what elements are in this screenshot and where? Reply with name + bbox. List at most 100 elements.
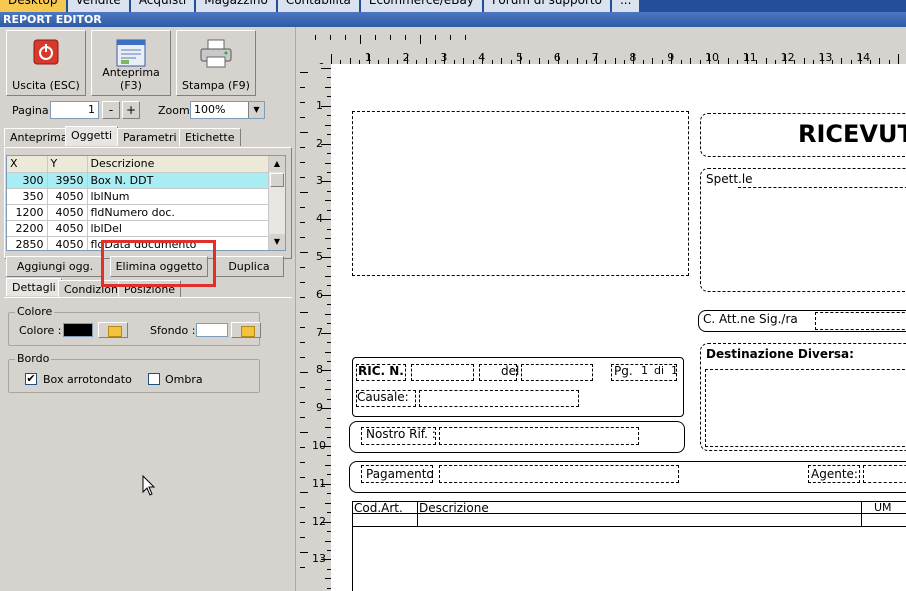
- di-label[interactable]: di: [654, 364, 664, 377]
- table-row[interactable]: 1200 4050 fldNumero doc.: [7, 204, 270, 221]
- payment-field[interactable]: [439, 465, 679, 483]
- ruler-tick: [300, 507, 305, 508]
- ric-number-field[interactable]: [411, 364, 474, 381]
- ric-label[interactable]: RIC. N.: [358, 364, 404, 378]
- tab-desktop[interactable]: Desktop: [0, 0, 68, 12]
- mouse-cursor-icon: [142, 474, 156, 500]
- tab-acquisti[interactable]: Acquisti: [130, 0, 197, 12]
- tab-oggetti[interactable]: Oggetti: [65, 126, 119, 146]
- tab-more[interactable]: ...: [611, 0, 642, 12]
- add-object-button[interactable]: Aggiungi ogg.(F4): [6, 256, 104, 292]
- ruler-label: 5: [516, 51, 523, 64]
- ruler-label: 7: [316, 325, 323, 339]
- attention-label[interactable]: C. Att.ne Sig./ra: [703, 312, 798, 326]
- table-row[interactable]: 2200 4050 lblDel: [7, 220, 270, 237]
- page-label: Pagina: [12, 104, 49, 117]
- shadow-label: Ombra: [165, 373, 203, 386]
- col-cod-art[interactable]: Cod.Art.: [354, 501, 403, 515]
- ruler-label: 3: [440, 51, 448, 64]
- ruler-tick: [300, 102, 305, 103]
- rounded-box-checkbox[interactable]: ✔: [25, 372, 37, 385]
- payment-label[interactable]: Pagamento: [366, 467, 434, 481]
- ruler-label: 9: [667, 51, 675, 64]
- col-descrizione[interactable]: Descrizione: [419, 501, 489, 515]
- tab-forum[interactable]: Forum di supporto: [483, 0, 612, 12]
- tab-ecommerce[interactable]: Ecommerce/eBay: [360, 0, 484, 12]
- scroll-up-icon[interactable]: ▲: [269, 156, 285, 172]
- design-area[interactable]: 01234567891011121314 12345678910111213 R…: [296, 27, 906, 591]
- background-picker-icon[interactable]: [231, 322, 261, 338]
- page-minus-button[interactable]: -: [102, 101, 120, 119]
- ruler-tick: [300, 252, 308, 253]
- attention-field[interactable]: [815, 312, 906, 330]
- pg-total[interactable]: 1: [671, 364, 678, 377]
- tab-parametri[interactable]: Parametri: [117, 128, 183, 146]
- col-um[interactable]: UM: [874, 501, 892, 514]
- ruler-tick: [450, 35, 451, 40]
- color-picker-icon[interactable]: [98, 322, 128, 338]
- table-row[interactable]: 300 3950 Box N. DDT: [7, 172, 270, 189]
- logo-box[interactable]: [352, 111, 689, 276]
- page-input[interactable]: 1: [50, 101, 99, 119]
- reference-field[interactable]: [439, 427, 639, 445]
- tab-anteprima[interactable]: Anteprima: [4, 128, 74, 146]
- shadow-checkbox[interactable]: [148, 372, 160, 385]
- cell-desc: lblNum: [87, 188, 270, 205]
- report-title[interactable]: RICEVUT: [798, 120, 906, 148]
- exit-label: Uscita (ESC): [12, 79, 80, 92]
- chevron-down-icon[interactable]: ▼: [248, 102, 264, 118]
- ruler-label: 10: [312, 439, 326, 452]
- ruler-label: 10: [705, 51, 719, 64]
- ruler-tick: [300, 327, 305, 328]
- editor-tabs: Anteprima Oggetti Parametri Etichette: [4, 126, 290, 148]
- causale-field[interactable]: [419, 390, 579, 407]
- scroll-down-icon[interactable]: ▼: [269, 234, 285, 250]
- print-button[interactable]: Stampa (F9): [176, 30, 256, 96]
- ruler-tick: [898, 54, 899, 64]
- column-header-y[interactable]: Y: [47, 156, 88, 173]
- ruler-tick: [300, 147, 305, 148]
- ruler-label: 14: [856, 51, 871, 64]
- zoom-select[interactable]: 100% ▼: [190, 101, 265, 119]
- tab-contabilita[interactable]: Contabilità: [277, 0, 361, 12]
- preview-label: Anteprima (F3): [102, 66, 160, 92]
- column-header-x[interactable]: X: [7, 156, 48, 173]
- column-header-descrizione[interactable]: Descrizione: [87, 156, 270, 173]
- ruler-label: 2: [316, 136, 323, 150]
- background-swatch[interactable]: [196, 323, 228, 337]
- table-row[interactable]: 350 4050 lblNum: [7, 188, 270, 205]
- tab-magazzino[interactable]: Magazzino: [196, 0, 278, 12]
- agent-field[interactable]: [863, 465, 906, 483]
- report-page[interactable]: RICEVUT Spett.le C. Att.ne Sig./ra Desti…: [331, 64, 906, 591]
- exit-button[interactable]: Uscita (ESC): [6, 30, 86, 96]
- ruler-tick: [300, 447, 305, 448]
- pg-label[interactable]: Pg.: [614, 364, 633, 378]
- ruler-tick: [300, 192, 308, 193]
- pg-current[interactable]: 1: [641, 364, 648, 377]
- page-plus-button[interactable]: +: [122, 101, 140, 119]
- preview-button[interactable]: Anteprima (F3): [91, 30, 171, 96]
- agent-label[interactable]: Agente:: [811, 467, 858, 481]
- items-header-bottom: [352, 526, 906, 527]
- tab-vendite[interactable]: Vendite: [67, 0, 131, 12]
- duplicate-button[interactable]: Duplica: [214, 256, 284, 277]
- causale-label[interactable]: Causale:: [357, 390, 409, 404]
- date-field[interactable]: [521, 364, 593, 381]
- color-swatch[interactable]: [63, 323, 93, 337]
- recipient-field[interactable]: [738, 174, 906, 188]
- ruler-tick: [300, 372, 308, 373]
- tab-etichette[interactable]: Etichette: [179, 128, 241, 146]
- left-panel: Uscita (ESC) Anteprima (F3) Stampa (F9) …: [0, 27, 296, 591]
- objects-table[interactable]: X Y Descrizione 300 3950 Box N. DDT 350 …: [6, 155, 286, 251]
- ruler-tick: [300, 387, 305, 388]
- del-label[interactable]: del: [501, 364, 519, 378]
- table-scrollbar[interactable]: ▲ ▼: [268, 156, 285, 250]
- tab-dettagli[interactable]: Dettagli: [6, 278, 62, 296]
- scrollbar-thumb[interactable]: [270, 173, 284, 187]
- reference-label[interactable]: Nostro Rif. :: [366, 427, 436, 441]
- destination-label[interactable]: Destinazione Diversa:: [706, 347, 854, 361]
- top-tab-bar: Desktop Vendite Acquisti Magazzino Conta…: [0, 0, 906, 12]
- destination-field[interactable]: [705, 369, 906, 447]
- ruler-tick: [300, 312, 308, 313]
- power-icon: [33, 39, 59, 68]
